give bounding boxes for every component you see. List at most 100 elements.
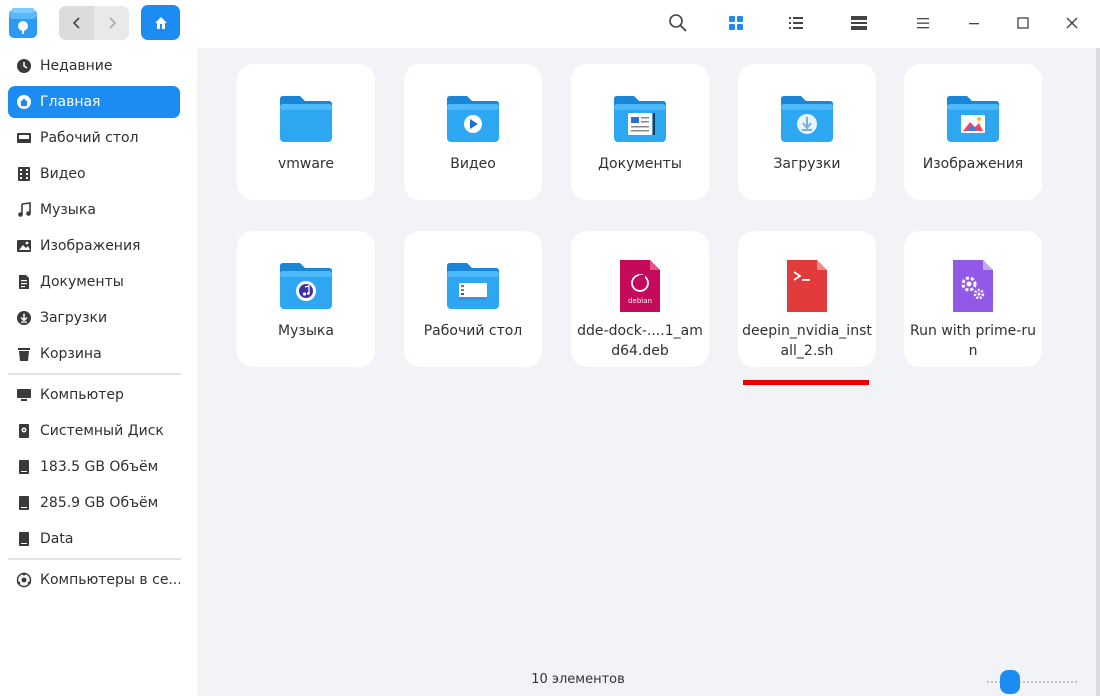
status-item-count: 10 элементов: [531, 672, 625, 687]
music-note-icon: [16, 202, 32, 218]
file-name: deepin_nvidia_install_2.sh: [742, 323, 872, 359]
sidebar-item-recent[interactable]: Недавние: [8, 50, 180, 82]
downloads-folder-icon: [779, 91, 835, 147]
file-name: vmware: [277, 156, 334, 172]
file-name: Загрузки: [773, 156, 841, 172]
documents-folder-icon: [612, 91, 668, 147]
icon-view-button[interactable]: [725, 12, 747, 34]
sidebar-item-documents[interactable]: Документы: [8, 266, 180, 298]
minimize-icon: [969, 23, 979, 25]
grid-view-icon: [729, 16, 743, 30]
maximize-button[interactable]: [1012, 12, 1034, 34]
picture-icon: [16, 238, 32, 254]
sidebar-item-trash[interactable]: Корзина: [8, 338, 180, 370]
clock-icon: [16, 58, 32, 74]
sidebar-item-label: Загрузки: [40, 310, 108, 326]
pictures-folder-icon: [945, 91, 1001, 147]
minimize-button[interactable]: [963, 12, 985, 34]
title-bar: [0, 0, 1100, 48]
file-item[interactable]: Изображения: [904, 64, 1042, 200]
sidebar-item-label: Видео: [40, 166, 86, 182]
sidebar-item-label: Компьютеры в се...: [40, 572, 180, 588]
sidebar-item-label: Документы: [40, 274, 124, 290]
file-name: Рабочий стол: [423, 323, 523, 339]
folder-icon: [278, 91, 334, 147]
file-item[interactable]: Музыка: [237, 231, 375, 367]
detail-panel-button[interactable]: [848, 12, 870, 34]
zoom-slider-handle[interactable]: [1000, 670, 1020, 694]
desktop-icon: [16, 130, 32, 146]
sidebar-item-label: Главная: [40, 94, 101, 110]
sidebar-item-label: 285.9 GB Объём: [40, 495, 159, 511]
system-disk-icon: [16, 423, 32, 439]
list-view-icon: [789, 17, 803, 29]
sidebar-item-label: 183.5 GB Объём: [40, 459, 159, 475]
file-item[interactable]: Рабочий стол: [404, 231, 542, 367]
list-view-button[interactable]: [785, 12, 807, 34]
back-button[interactable]: [59, 6, 94, 40]
file-name: Документы: [598, 156, 682, 172]
sidebar-item-home[interactable]: Главная: [8, 86, 180, 118]
maximize-icon: [1017, 17, 1029, 29]
search-icon: [669, 14, 687, 32]
search-button[interactable]: [667, 12, 689, 34]
sidebar-item-downloads[interactable]: Загрузки: [8, 302, 180, 334]
file-name: Run with prime-run: [910, 323, 1036, 359]
sidebar-item-label: Компьютер: [40, 387, 124, 403]
chevron-left-icon: [72, 17, 80, 29]
video-folder-icon: [445, 91, 501, 147]
sidebar-item-videos[interactable]: Видео: [8, 158, 180, 190]
sidebar-item-label: Системный Диск: [40, 423, 164, 439]
file-item[interactable]: Run with prime-run: [904, 231, 1042, 367]
document-icon: [16, 274, 32, 290]
sidebar-item-system-disk[interactable]: Системный Диск: [8, 415, 180, 447]
home-crumb-button[interactable]: [141, 5, 180, 40]
sidebar-divider: [8, 558, 181, 560]
sidebar-item-pictures[interactable]: Изображения: [8, 230, 180, 262]
sidebar-item-label: Изображения: [40, 238, 141, 254]
sidebar-item-data[interactable]: Data: [8, 523, 180, 555]
close-button[interactable]: [1061, 12, 1083, 34]
highlight-underline: [743, 380, 869, 385]
file-name: Изображения: [922, 156, 1024, 172]
film-icon: [16, 166, 32, 182]
sidebar-item-desktop[interactable]: Рабочий стол: [8, 122, 180, 154]
desktop-folder-icon: [445, 258, 501, 314]
file-item[interactable]: Видео: [404, 64, 542, 200]
sidebar-item-network[interactable]: Компьютеры в се...: [8, 564, 180, 596]
sidebar-divider: [8, 373, 181, 375]
sidebar-item-label: Недавние: [40, 58, 113, 74]
sidebar-item-label: Data: [40, 531, 74, 547]
hamburger-menu-icon: [917, 18, 929, 29]
file-manager-logo-icon: [8, 7, 38, 39]
home-icon: [154, 16, 167, 29]
sidebar-item-label: Корзина: [40, 346, 102, 362]
music-folder-icon: [278, 258, 334, 314]
sidebar-item-computer[interactable]: Компьютер: [8, 379, 180, 411]
file-item[interactable]: Документы: [571, 64, 709, 200]
sidebar-item-music[interactable]: Музыка: [8, 194, 180, 226]
file-item[interactable]: Загрузки: [738, 64, 876, 200]
drive-icon: [16, 459, 32, 475]
file-item[interactable]: deepin_nvidia_install_2.sh: [738, 231, 876, 367]
home-icon: [16, 94, 32, 110]
drive-icon: [16, 495, 32, 511]
sidebar-item-volume-285[interactable]: 285.9 GB Объём: [8, 487, 180, 519]
sidebar-item-label: Рабочий стол: [40, 130, 139, 146]
sidebar: Недавние Главная Рабочий стол Видео Музы…: [0, 48, 197, 696]
details-panel-icon: [851, 16, 867, 30]
svg-text:debian: debian: [628, 297, 652, 305]
chevron-right-icon: [108, 17, 116, 29]
file-name: Музыка: [278, 323, 334, 339]
trash-icon: [16, 346, 32, 362]
sidebar-item-label: Музыка: [40, 202, 96, 218]
sidebar-item-volume-183[interactable]: 183.5 GB Объём: [8, 451, 180, 483]
file-item[interactable]: debian dde-dock-....1_amd64.deb: [571, 231, 709, 367]
drive-icon: [16, 531, 32, 547]
network-icon: [16, 572, 32, 588]
download-icon: [16, 310, 32, 326]
main-menu-button[interactable]: [912, 12, 934, 34]
forward-button[interactable]: [94, 6, 129, 40]
file-item[interactable]: vmware: [237, 64, 375, 200]
navigation-buttons: [59, 6, 129, 40]
